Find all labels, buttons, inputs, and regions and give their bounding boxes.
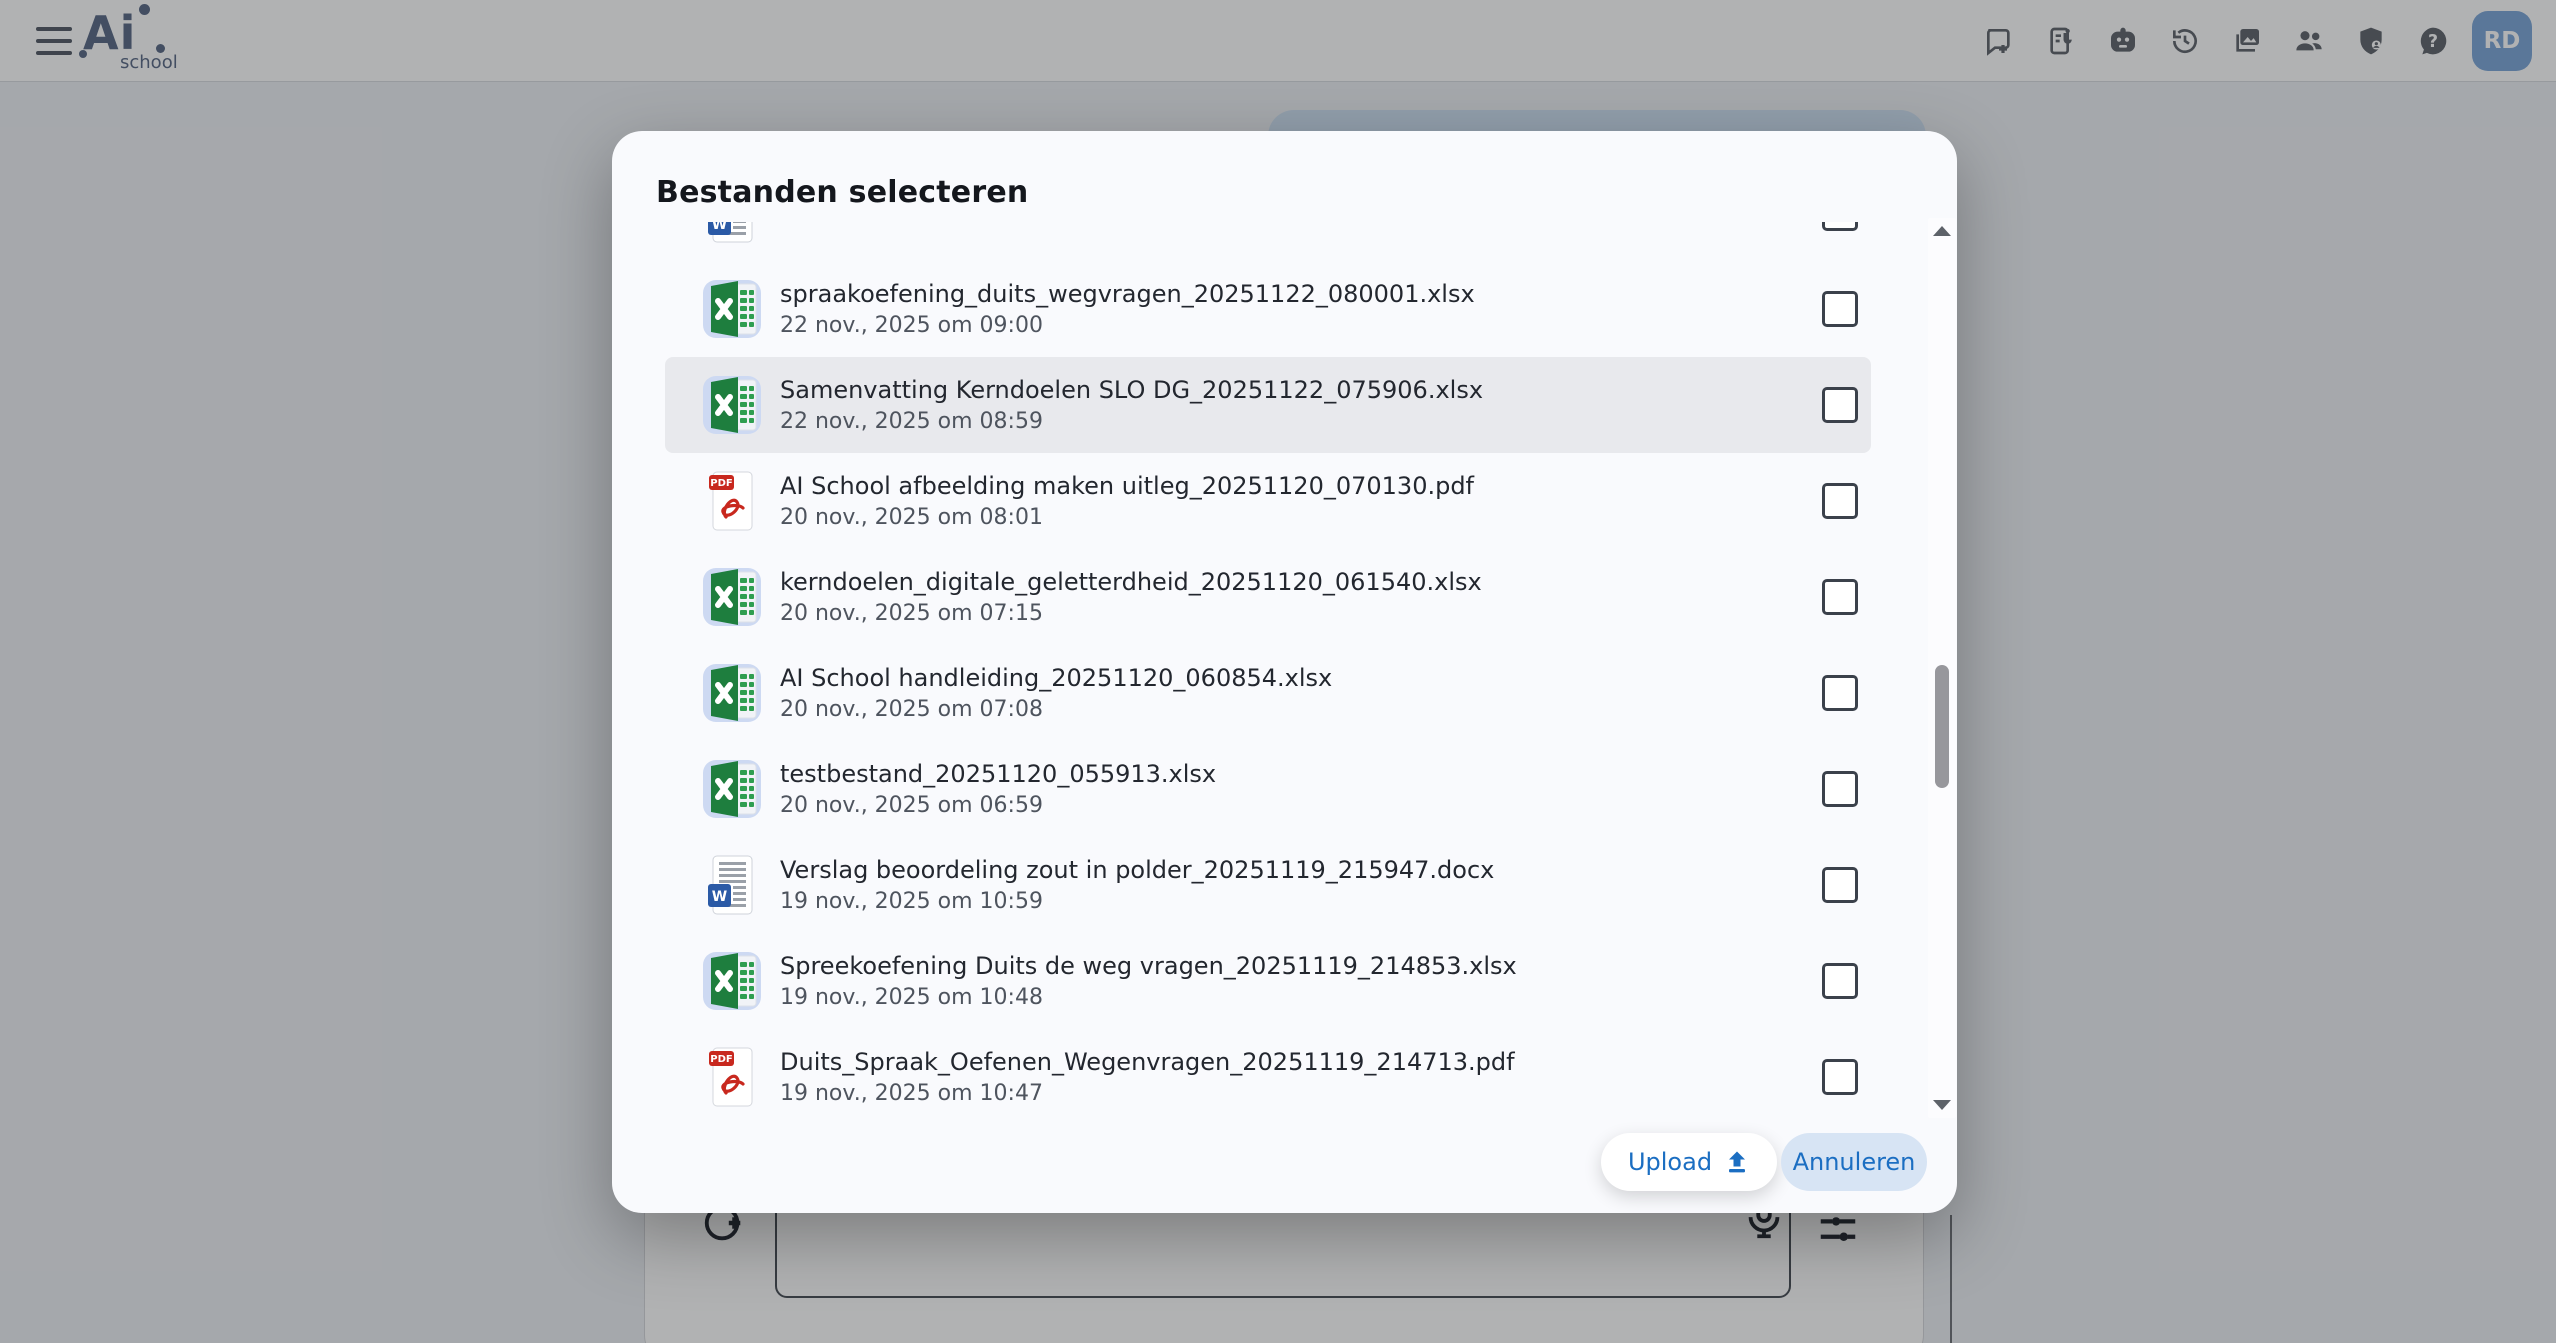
upload-button-label: Upload: [1628, 1148, 1712, 1176]
scrollbar-thumb[interactable]: [1935, 665, 1949, 788]
file-name: AI School handleiding_20251120_060854.xl…: [780, 661, 1332, 695]
file-date: 20 nov., 2025 om 07:08: [780, 695, 1332, 725]
file-checkbox[interactable]: [1822, 867, 1858, 903]
svg-text:W: W: [712, 222, 727, 233]
file-select-dialog: Bestanden selecteren W 23 nov., 2025 om 1…: [612, 131, 1957, 1213]
file-row[interactable]: Samenvatting Kerndoelen SLO DG_20251122_…: [665, 357, 1871, 453]
file-date: 20 nov., 2025 om 07:15: [780, 599, 1482, 629]
file-name: kerndoelen_digitale_geletterdheid_202511…: [780, 565, 1482, 599]
file-name: Spreekoefening Duits de weg vragen_20251…: [780, 949, 1517, 983]
excel-file-icon: [700, 373, 764, 437]
excel-file-icon: [700, 757, 764, 821]
file-row[interactable]: testbestand_20251120_055913.xlsx20 nov.,…: [665, 741, 1871, 837]
svg-text:W: W: [712, 889, 727, 905]
file-row[interactable]: AI School handleiding_20251120_060854.xl…: [665, 645, 1871, 741]
pdf-file-icon: PDF: [700, 1045, 764, 1109]
file-checkbox[interactable]: [1822, 675, 1858, 711]
file-date: 20 nov., 2025 om 06:59: [780, 791, 1216, 821]
file-date: 20 nov., 2025 om 08:01: [780, 503, 1474, 533]
file-name: testbestand_20251120_055913.xlsx: [780, 757, 1216, 791]
file-checkbox[interactable]: [1822, 771, 1858, 807]
word-file-icon: W: [700, 853, 764, 917]
svg-text:PDF: PDF: [710, 478, 732, 489]
file-checkbox[interactable]: [1822, 222, 1858, 231]
file-checkbox[interactable]: [1822, 963, 1858, 999]
file-checkbox[interactable]: [1822, 579, 1858, 615]
dialog-title: Bestanden selecteren: [656, 175, 1028, 210]
file-checkbox[interactable]: [1822, 483, 1858, 519]
file-name: Samenvatting Kerndoelen SLO DG_20251122_…: [780, 373, 1483, 407]
word-file-icon: W: [700, 222, 764, 245]
file-row[interactable]: W 23 nov., 2025 om 12:39: [665, 222, 1871, 261]
file-row[interactable]: W Verslag beoordeling zout in polder_2025…: [665, 837, 1871, 933]
file-date: 19 nov., 2025 om 10:59: [780, 887, 1494, 917]
file-date: 19 nov., 2025 om 10:48: [780, 983, 1517, 1013]
file-date: 22 nov., 2025 om 08:59: [780, 407, 1483, 437]
file-date: 23 nov., 2025 om 12:39: [780, 222, 1043, 228]
excel-file-icon: [700, 949, 764, 1013]
excel-file-icon: [700, 277, 764, 341]
file-row[interactable]: spraakoefening_duits_wegvragen_20251122_…: [665, 261, 1871, 357]
file-checkbox[interactable]: [1822, 387, 1858, 423]
excel-file-icon: [700, 661, 764, 725]
upload-icon: [1724, 1149, 1750, 1175]
cancel-button[interactable]: Annuleren: [1781, 1133, 1927, 1191]
cancel-button-label: Annuleren: [1793, 1148, 1916, 1176]
file-date: 22 nov., 2025 om 09:00: [780, 311, 1475, 341]
scrollbar[interactable]: [1928, 218, 1956, 1118]
file-checkbox[interactable]: [1822, 291, 1858, 327]
scroll-down-icon[interactable]: [1933, 1100, 1951, 1110]
excel-file-icon: [700, 565, 764, 629]
file-checkbox[interactable]: [1822, 1059, 1858, 1095]
file-row[interactable]: Spreekoefening Duits de weg vragen_20251…: [665, 933, 1871, 1029]
file-row[interactable]: kerndoelen_digitale_geletterdheid_202511…: [665, 549, 1871, 645]
file-row[interactable]: PDF Duits_Spraak_Oefenen_Wegenvragen_2025…: [665, 1029, 1871, 1114]
file-name: spraakoefening_duits_wegvragen_20251122_…: [780, 277, 1475, 311]
upload-button[interactable]: Upload: [1601, 1133, 1777, 1191]
file-name: AI School afbeelding maken uitleg_202511…: [780, 469, 1474, 503]
file-list: W 23 nov., 2025 om 12:39 spraakoefening_du…: [612, 222, 1928, 1114]
pdf-file-icon: PDF: [700, 469, 764, 533]
file-row[interactable]: PDF AI School afbeelding maken uitleg_202…: [665, 453, 1871, 549]
svg-text:PDF: PDF: [710, 1054, 732, 1065]
file-name: Verslag beoordeling zout in polder_20251…: [780, 853, 1494, 887]
file-name: Duits_Spraak_Oefenen_Wegenvragen_2025111…: [780, 1045, 1515, 1079]
file-date: 19 nov., 2025 om 10:47: [780, 1079, 1515, 1109]
scroll-up-icon[interactable]: [1933, 226, 1951, 236]
file-list-viewport: W 23 nov., 2025 om 12:39 spraakoefening_du…: [612, 222, 1928, 1114]
